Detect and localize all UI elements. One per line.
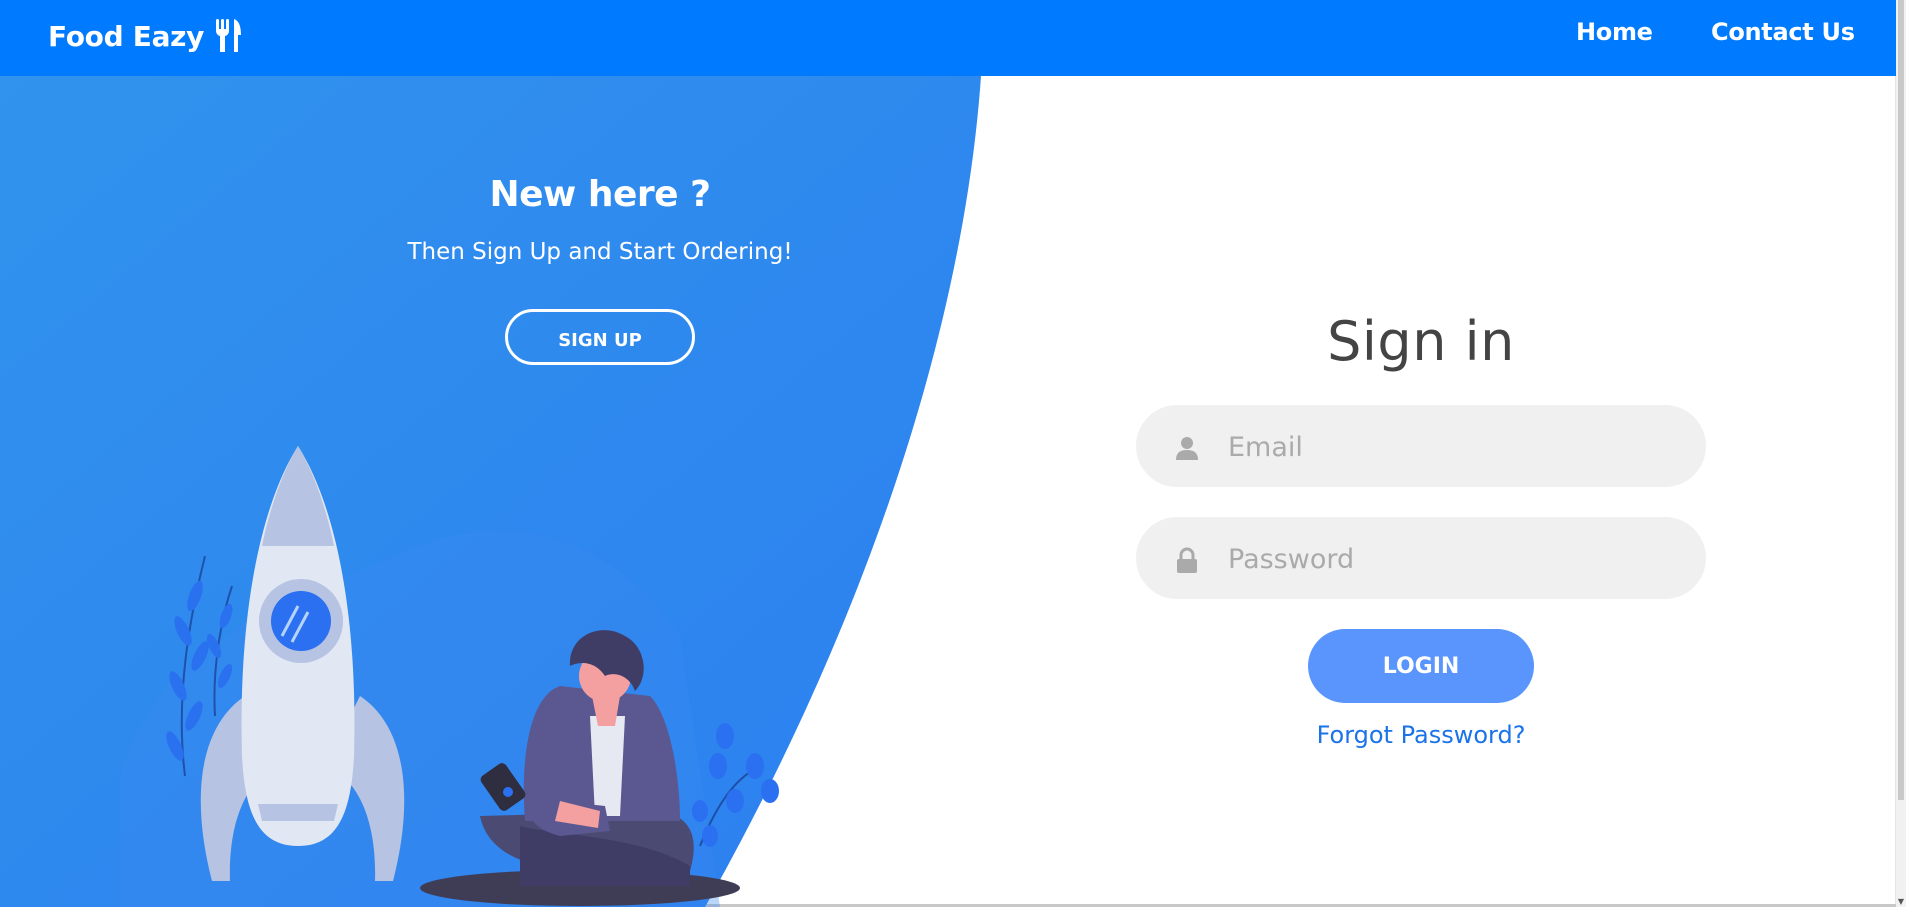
password-field-wrapper	[1136, 517, 1706, 601]
password-input[interactable]	[1226, 517, 1670, 601]
brand-name: Food Eazy	[48, 19, 205, 53]
signin-title: Sign in	[1327, 310, 1515, 373]
navbar: Food Eazy Home Contact Us	[0, 0, 1896, 76]
forgot-password-link[interactable]: Forgot Password?	[1317, 721, 1526, 749]
scroll-down-icon[interactable]: ▼	[1897, 897, 1905, 907]
email-input[interactable]	[1226, 405, 1670, 489]
signup-promo: New here ? Then Sign Up and Start Orderi…	[380, 174, 820, 365]
promo-subtitle: Then Sign Up and Start Ordering!	[407, 239, 793, 265]
user-icon	[1176, 437, 1198, 460]
nav-contact-link[interactable]: Contact Us	[1711, 18, 1855, 46]
scrollbar-thumb[interactable]	[1898, 0, 1904, 800]
lock-icon	[1177, 547, 1197, 573]
email-field-wrapper	[1136, 405, 1706, 489]
promo-title: New here ?	[489, 174, 711, 215]
signup-button[interactable]: SIGN UP	[505, 309, 695, 365]
brand-link[interactable]: Food Eazy	[48, 16, 242, 56]
signin-form: Sign in LOGIN Forgot Password?	[1136, 310, 1706, 749]
login-button[interactable]: LOGIN	[1308, 629, 1534, 703]
utensils-icon	[216, 19, 242, 52]
page-scrollbar[interactable]: ▼	[1895, 0, 1906, 907]
nav-home-link[interactable]: Home	[1576, 18, 1653, 46]
